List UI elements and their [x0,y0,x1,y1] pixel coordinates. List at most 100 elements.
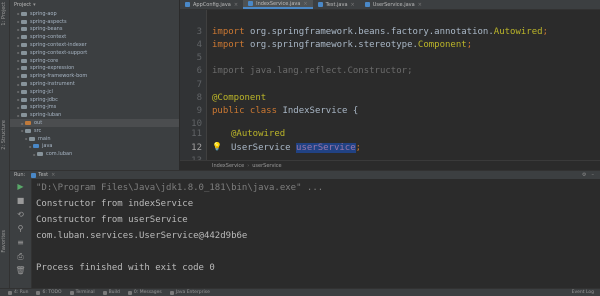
breadcrumb-field[interactable]: userService [252,163,281,169]
editor-tab-bar: AppConfig.java × IndexService.java × Test.ja… [180,0,600,10]
tree-item[interactable]: ▸ spring-jms [10,104,179,112]
tree-item[interactable]: ▸ spring-aspects [10,18,179,26]
java-class-icon [364,2,370,7]
tree-item-label: spring-jms [30,104,57,111]
chevron-down-icon[interactable]: ▾ [33,2,36,8]
run-tab-test[interactable]: Test × [31,172,55,178]
tree-item[interactable]: ▸ java [10,143,179,151]
folder-icon [21,66,27,71]
line-number: 11 [191,129,202,139]
tool-window-button[interactable]: 0: Messages [127,290,162,295]
tree-item[interactable]: ▸ spring-aop [10,10,179,18]
console-line: Process finished with exit code 0 [36,263,215,273]
trash-icon[interactable]: 🗑 [14,266,27,276]
structure-tool-button[interactable]: 2: Structure [1,120,7,150]
tool-window-button[interactable]: Build [102,290,120,295]
console-line: Constructor from indexService [36,199,194,209]
project-panel-header[interactable]: Project ▾ [10,0,179,10]
line-number: 5 [196,53,202,63]
tool-window-label: 0: Messages [133,290,162,295]
tree-item[interactable]: ▸ spring-jdbc [10,96,179,104]
tree-item[interactable]: ▸ src [10,127,179,135]
tool-window-button[interactable]: 4: Run [8,290,28,295]
tool-window-button[interactable]: Java Enterprise [169,290,210,295]
tool-window-button[interactable]: 6: TODO [36,290,62,295]
settings-icon[interactable]: ⚙ [582,172,586,178]
code-line-class-declaration[interactable]: public class IndexService { [212,106,358,116]
event-log-button[interactable]: Event Log [572,290,594,295]
tree-item[interactable]: ▸ spring-context [10,33,179,41]
tree-item[interactable]: ▸ spring-jcl [10,88,179,96]
folder-icon [21,82,27,87]
run-console[interactable]: "D:\Program Files\Java\jdk1.8.0_181\bin\… [32,179,600,288]
restore-layout-icon[interactable]: ⟲ [14,210,27,220]
tool-window-label: Build [108,290,120,295]
breadcrumb-class[interactable]: IndexService [212,163,244,169]
tree-item[interactable]: ▸ spring-expression [10,65,179,73]
tree-item-label: spring-jdbc [30,96,58,103]
tree-item[interactable]: ▸ spring-context-indexer [10,41,179,49]
print-icon[interactable]: ⎙ [14,252,27,262]
scroll-icon[interactable]: ≡ [14,238,27,248]
tree-item[interactable]: ▸ main [10,135,179,143]
editor-tab[interactable]: UserService.java × [360,0,427,9]
folder-icon [29,136,35,141]
tree-item-label: spring-expression [30,65,75,72]
folder-icon [21,11,27,16]
close-icon[interactable]: × [303,1,307,7]
tree-item[interactable]: ▸ spring-core [10,57,179,65]
rerun-icon[interactable]: ▶ [14,182,27,192]
folder-icon [25,121,31,126]
tool-window-label: Terminal [75,290,95,295]
favorites-tool-button[interactable]: Favorites [1,230,7,253]
tree-item[interactable]: ▸ spring-context-support [10,49,179,57]
tree-item[interactable]: ▸ out [10,119,179,127]
editor-tab[interactable]: IndexService.java × [243,0,313,9]
console-line: com.luban.services.UserService@442d9b6e [36,231,248,241]
minimize-icon[interactable]: – [592,172,595,178]
close-icon[interactable]: × [418,2,422,8]
close-icon[interactable]: × [234,2,238,8]
project-tool-button[interactable]: 1: Project [1,2,7,26]
close-icon[interactable]: × [351,2,355,8]
code-line-component-annotation[interactable]: @Component [212,93,266,103]
folder-icon [25,128,31,133]
java-class-icon [31,172,37,178]
breadcrumb: IndexService › userService [180,160,600,170]
run-tab-label: Test [38,172,49,178]
lightbulb-icon[interactable]: 💡 [212,142,222,151]
console-line: Constructor from userService [36,215,188,225]
code-line-autowired-annotation[interactable]: @Autowired [231,129,285,139]
code-line-import-constructor[interactable]: import java.lang.reflect.Constructor; [212,66,412,76]
tree-item-label: spring-context-support [30,49,88,56]
line-number: 10 [191,119,202,129]
tool-window-label: Java Enterprise [175,290,210,295]
stop-icon[interactable]: ■ [14,196,27,206]
tool-window-icon [8,290,12,295]
tool-window-bar: 4: Run 6: TODO Terminal Build 0: Messages Jav… [0,288,600,296]
folder-icon [21,105,27,110]
tree-item-label: out [34,120,43,127]
tree-item[interactable]: ▸ spring-framework-bom [10,72,179,80]
line-number: 7 [196,80,202,90]
tool-window-button[interactable]: Terminal [69,290,95,295]
editor-tab[interactable]: AppConfig.java × [180,0,243,9]
tree-item[interactable]: ▸ spring-luban [10,111,179,119]
tree-item[interactable]: ▸ com.luban [10,150,179,158]
tree-item-label: spring-context-indexer [30,42,87,49]
tree-item[interactable]: ▸ spring-beans [10,26,179,34]
close-icon[interactable]: × [51,172,55,178]
tree-item[interactable]: ▸ spring-instrument [10,80,179,88]
code-line-import-component[interactable]: import org.springframework.stereotype.Co… [212,40,472,50]
line-number: 12 [191,143,202,153]
code-line-field-declaration[interactable]: UserService userService; [231,143,361,153]
tree-item-label: spring-context [30,34,67,41]
code-line-import-autowired[interactable]: import org.springframework.beans.factory… [212,27,548,37]
run-panel-title: Run: [14,172,26,178]
editor-tab[interactable]: Test.java × [313,0,360,9]
tree-item-label: spring-instrument [30,81,75,88]
code-editor[interactable]: import org.springframework.beans.factory… [207,10,600,160]
folder-icon [37,152,43,157]
pin-icon[interactable]: ⚲ [14,224,27,234]
tree-item-label: com.luban [46,151,73,158]
